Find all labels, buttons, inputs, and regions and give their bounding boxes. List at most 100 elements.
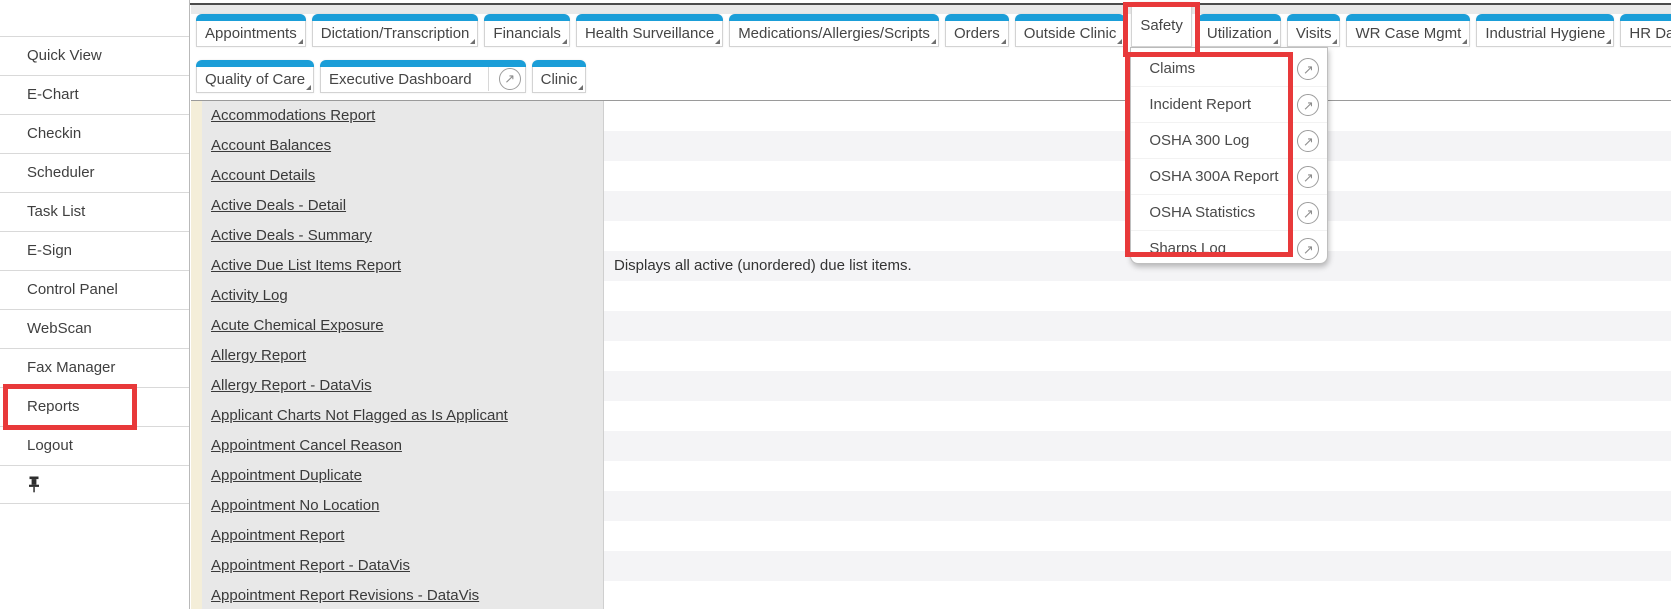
tab-accent-bar [576,14,723,21]
tab-label: Health Surveillance [577,21,722,46]
report-link-allergy-report[interactable]: Allergy Report [211,347,306,364]
tab-accent-bar [1620,14,1671,21]
report-list-row: Accommodations Report [202,101,603,131]
sidebar-item-label: Scheduler [27,154,95,192]
tab-label: Dictation/Transcription [313,21,478,46]
tab-executive-dashboard[interactable]: Executive Dashboard ↗ [320,60,526,93]
tab-outside-clinic[interactable]: Outside Clinic [1015,14,1126,47]
report-description-text: Displays all active (unordered) due list… [604,257,912,274]
report-link-active-due-list-items-report[interactable]: Active Due List Items Report [211,257,401,274]
sidebar-item-e-chart[interactable]: E-Chart [0,75,189,114]
safety-menu-item-sharps-log[interactable]: Sharps Log ↗ [1131,230,1327,266]
report-link-active-deals-summary[interactable]: Active Deals - Summary [211,227,372,244]
tab-clinic[interactable]: Clinic [532,60,587,93]
table-row-stripe [604,281,1671,311]
sidebar-item-webscan[interactable]: WebScan [0,309,189,348]
sidebar-pin-row[interactable] [0,465,189,504]
tab-utilization[interactable]: Utilization [1198,14,1281,47]
table-row-stripe [604,311,1671,341]
safety-menu-item-osha-300a-report[interactable]: OSHA 300A Report ↗ [1131,158,1327,194]
tab-dictation-transcription[interactable]: Dictation/Transcription [312,14,479,47]
tab-label: Outside Clinic [1016,21,1125,46]
report-link-account-balances[interactable]: Account Balances [211,137,331,154]
sidebar-item-label: Checkin [27,115,81,153]
open-report-icon[interactable]: ↗ [1297,58,1319,80]
tab-label: HR Data Feed [1621,21,1671,46]
tab-medications-allergies-scripts[interactable]: Medications/Allergies/Scripts [729,14,939,47]
report-link-appointment-cancel-reason[interactable]: Appointment Cancel Reason [211,437,402,454]
report-link-appointment-report[interactable]: Appointment Report [211,527,344,544]
tab-financials[interactable]: Financials [484,14,570,47]
tab-visits[interactable]: Visits [1287,14,1341,47]
safety-menu-item-incident-report[interactable]: Incident Report ↗ [1131,86,1327,122]
tab-label: Financials [485,21,569,46]
sidebar-item-logout[interactable]: Logout [0,426,189,465]
safety-menu-item-osha-300-log[interactable]: OSHA 300 Log↗ [1131,122,1327,158]
report-list-row: Activity Log [202,281,603,311]
menu-item-label: Claims [1149,60,1195,77]
report-link-appointment-no-location[interactable]: Appointment No Location [211,497,379,514]
safety-dropdown-menu: Claims↗Incident Report↗OSHA 300 Log↗OSHA… [1130,47,1328,264]
tab-accent-bar [196,14,306,21]
tab-health-surveillance[interactable]: Health Surveillance [576,14,723,47]
open-in-new-icon[interactable]: ↗ [499,68,521,90]
tab-quality-of-care[interactable]: Quality of Care [196,60,314,93]
dropdown-corner-icon [715,39,720,44]
open-report-icon[interactable]: ↗ [1297,130,1319,152]
open-report-icon[interactable]: ↗ [1297,166,1319,188]
open-report-icon[interactable]: ↗ [1297,238,1319,260]
tab-accent-bar [532,60,587,67]
menu-item-label: Sharps Log [1149,240,1226,257]
sidebar-item-scheduler[interactable]: Scheduler [0,153,189,192]
tab-accent-bar [945,14,1009,21]
pushpin-icon [27,476,41,493]
report-link-appointment-report-revisions-datavis[interactable]: Appointment Report Revisions - DataVis [211,587,479,604]
tab-accent-bar [312,14,479,21]
report-link-appointment-duplicate[interactable]: Appointment Duplicate [211,467,362,484]
sidebar-item-control-panel[interactable]: Control Panel [0,270,189,309]
sidebar-item-quick-view[interactable]: Quick View [0,36,189,75]
report-link-allergy-report-datavis[interactable]: Allergy Report - DataVis [211,377,372,394]
report-link-accommodations-report[interactable]: Accommodations Report [211,107,375,124]
report-link-applicant-charts-not-flagged-as-is-applicant[interactable]: Applicant Charts Not Flagged as Is Appli… [211,407,508,424]
open-report-icon[interactable]: ↗ [1297,202,1319,224]
sidebar-item-reports[interactable]: Reports [0,387,189,426]
report-list-panel[interactable]: Accommodations Report Account Balances Acc… [202,101,604,609]
open-report-icon[interactable]: ↗ [1297,94,1319,116]
table-row-stripe [604,581,1671,609]
tab-label: Safety [1132,3,1191,47]
tab-safety[interactable]: Safety [1131,2,1192,47]
report-list-row: Applicant Charts Not Flagged as Is Appli… [202,401,603,431]
report-link-acute-chemical-exposure[interactable]: Acute Chemical Exposure [211,317,384,334]
report-list-row: Account Details [202,161,603,191]
report-list-row: Appointment No Location [202,491,603,521]
tab-accent-bar [484,14,570,21]
tab-appointments[interactable]: Appointments [196,14,306,47]
menu-item-label: OSHA 300A Report [1149,168,1278,185]
menu-item-label: Incident Report [1149,96,1251,113]
report-list-row: Allergy Report - DataVis [202,371,603,401]
dropdown-corner-icon [1001,39,1006,44]
sidebar-item-fax-manager[interactable]: Fax Manager [0,348,189,387]
sidebar-item-label: Fax Manager [27,349,115,387]
table-row-stripe [604,341,1671,371]
report-link-activity-log[interactable]: Activity Log [211,287,288,304]
report-list-row: Active Deals - Summary [202,221,603,251]
sidebar-item-e-sign[interactable]: E-Sign [0,231,189,270]
sidebar-item-task-list[interactable]: Task List [0,192,189,231]
sidebar-item-checkin[interactable]: Checkin [0,114,189,153]
dropdown-corner-icon [298,39,303,44]
safety-menu-item-osha-statistics[interactable]: OSHA Statistics↗ [1131,194,1327,230]
tab-hr-data-feed[interactable]: HR Data Feed [1620,14,1671,47]
report-link-account-details[interactable]: Account Details [211,167,315,184]
sidebar: Quick ViewE-ChartCheckinSchedulerTask Li… [0,0,190,609]
report-link-active-deals-detail[interactable]: Active Deals - Detail [211,197,346,214]
open-dashboard-icon-wrap: ↗ [488,67,523,91]
tab-industrial-hygiene[interactable]: Industrial Hygiene [1476,14,1614,47]
tab-accent-bar [1476,14,1614,21]
tab-label: Executive Dashboard [321,67,480,92]
tab-wr-case-mgmt[interactable]: WR Case Mgmt [1346,14,1470,47]
report-link-appointment-report-datavis[interactable]: Appointment Report - DataVis [211,557,410,574]
tab-orders[interactable]: Orders [945,14,1009,47]
safety-menu-item-claims[interactable]: Claims ↗ [1131,51,1327,86]
